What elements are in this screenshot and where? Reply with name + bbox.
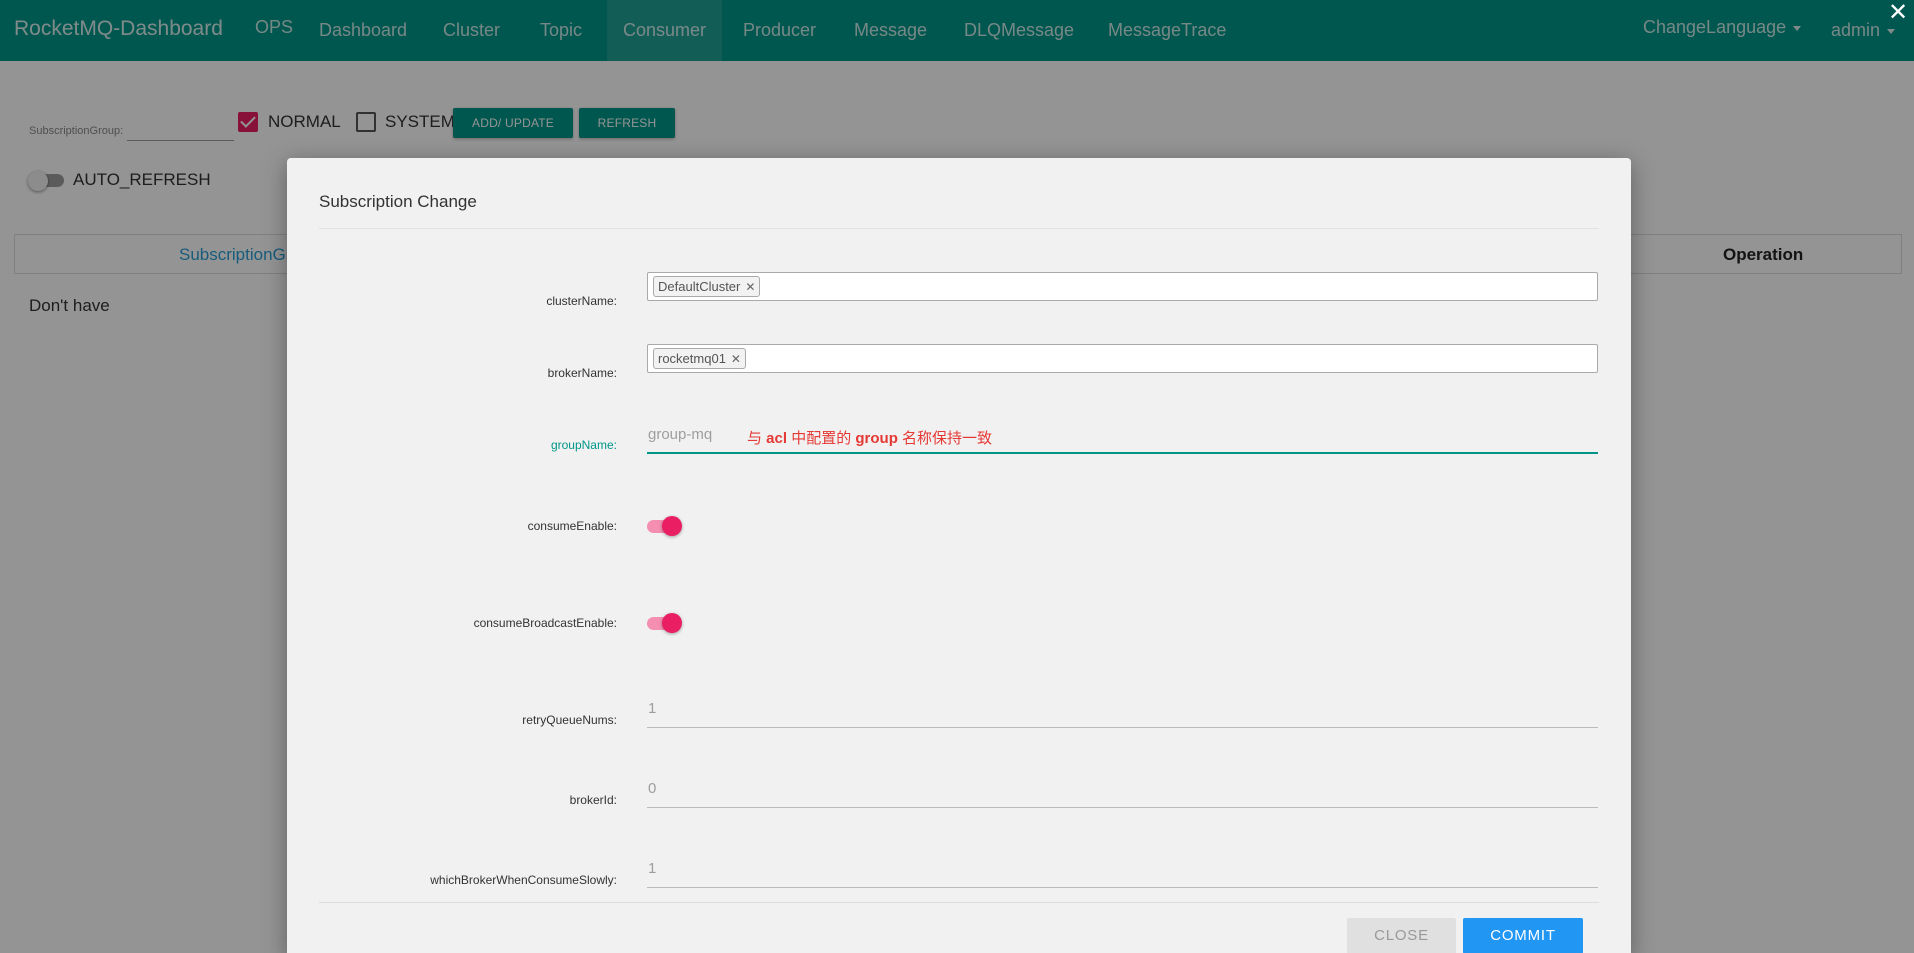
cluster-tag-label: DefaultCluster: [658, 279, 741, 294]
divider: [319, 902, 1599, 903]
broker-id-input[interactable]: 0: [647, 774, 1598, 808]
retry-queue-nums-label: retryQueueNums:: [522, 713, 617, 727]
annotation-text: 与: [747, 430, 767, 447]
consume-broadcast-enable-toggle-thumb[interactable]: [662, 613, 682, 633]
remove-tag-icon[interactable]: ✕: [731, 352, 741, 366]
retry-queue-nums-value: 1: [648, 700, 657, 717]
broker-id-value: 0: [648, 780, 657, 797]
cluster-tag: DefaultCluster ✕: [653, 276, 761, 297]
annotation-note: 与 acl 中配置的 group 名称保持一致: [747, 427, 992, 448]
group-name-value: group-mq: [648, 426, 713, 443]
broker-name-label: brokerName:: [547, 366, 617, 380]
cluster-name-select[interactable]: DefaultCluster ✕: [647, 272, 1598, 301]
close-button[interactable]: CLOSE: [1347, 918, 1456, 953]
dialog-title: Subscription Change: [319, 192, 477, 211]
broker-id-label: brokerId:: [569, 793, 617, 807]
annotation-text: acl: [766, 430, 788, 447]
annotation-text: 名称保持一致: [897, 430, 993, 447]
annotation-text: group: [855, 430, 898, 447]
consume-broadcast-enable-label: consumeBroadcastEnable:: [473, 616, 617, 630]
which-broker-when-consume-slowly-input[interactable]: 1: [647, 854, 1598, 888]
which-broker-when-consume-slowly-value: 1: [648, 860, 657, 877]
subscription-change-dialog: Subscription Change clusterName: Default…: [287, 158, 1631, 953]
broker-tag: rocketmq01 ✕: [653, 348, 746, 369]
consume-enable-toggle-thumb[interactable]: [662, 516, 682, 536]
consume-enable-label: consumeEnable:: [527, 519, 617, 533]
divider: [319, 228, 1599, 229]
commit-button[interactable]: COMMIT: [1463, 918, 1583, 953]
remove-tag-icon[interactable]: ✕: [745, 280, 755, 294]
group-name-input[interactable]: group-mq 与 acl 中配置的 group 名称保持一致: [647, 420, 1598, 454]
broker-name-select[interactable]: rocketmq01 ✕: [647, 344, 1598, 373]
close-icon[interactable]: ✕: [1888, 0, 1908, 27]
retry-queue-nums-input[interactable]: 1: [647, 694, 1598, 728]
broker-tag-label: rocketmq01: [658, 351, 726, 366]
annotation-text: 中配置的: [787, 430, 856, 447]
group-name-label: groupName:: [550, 438, 617, 452]
cluster-name-label: clusterName:: [546, 294, 617, 308]
which-broker-when-consume-slowly-label: whichBrokerWhenConsumeSlowly:: [430, 873, 617, 887]
